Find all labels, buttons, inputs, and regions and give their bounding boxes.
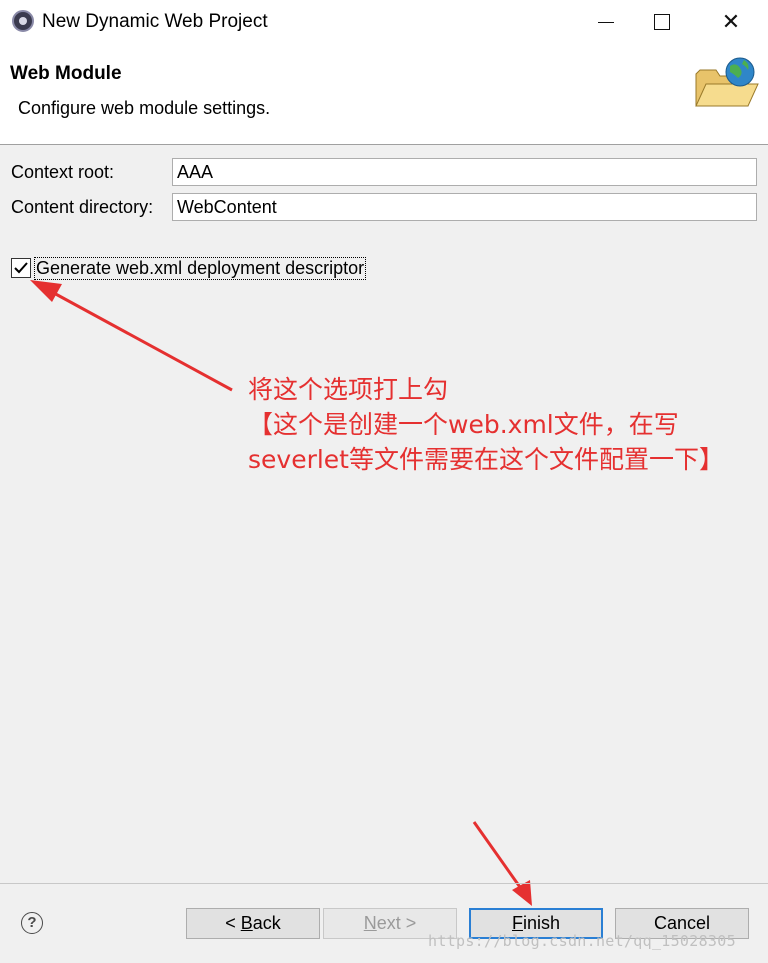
arrow-to-finish [472, 821, 532, 906]
watermark: https://blog.csdn.net/qq_15028305 [428, 932, 736, 950]
context-root-label: Context root: [11, 162, 115, 182]
minimize-button[interactable] [584, 0, 630, 44]
help-icon[interactable]: ? [21, 912, 43, 934]
footer-separator [0, 883, 768, 884]
page-title: Web Module [10, 63, 122, 84]
close-icon: ✕ [721, 9, 741, 34]
arrow-to-checkbox [30, 280, 233, 392]
back-button[interactable]: < Back [186, 908, 320, 939]
maximize-button[interactable] [638, 0, 684, 44]
title-bar: New Dynamic Web Project ✕ [0, 0, 768, 44]
context-root-input[interactable]: AAA [172, 158, 757, 186]
maximize-icon [654, 14, 670, 30]
page-description: Configure web module settings. [18, 98, 271, 118]
folder-globe-icon [695, 57, 759, 107]
checkmark-icon [14, 262, 28, 274]
annotation-line-1: 将这个选项打上勾 [248, 375, 449, 404]
close-button[interactable]: ✕ [708, 0, 754, 44]
dialog-window: New Dynamic Web Project ✕ Web Module Con… [0, 0, 768, 963]
annotation-line-2: 【这个是创建一个web.xml文件，在写 [248, 410, 679, 439]
generate-xml-checkbox[interactable] [11, 258, 31, 278]
content-directory-label: Content directory: [11, 197, 154, 217]
annotation-line-3: severlet等文件需要在这个文件配置一下】 [248, 445, 724, 474]
wizard-header: Web Module Configure web module settings… [0, 44, 768, 145]
content-directory-input[interactable]: WebContent [172, 193, 757, 221]
generate-xml-label[interactable]: Generate web.xml deployment descriptor [34, 257, 367, 280]
minimize-icon [598, 22, 614, 23]
eclipse-icon [12, 10, 34, 32]
window-title: New Dynamic Web Project [42, 11, 268, 32]
